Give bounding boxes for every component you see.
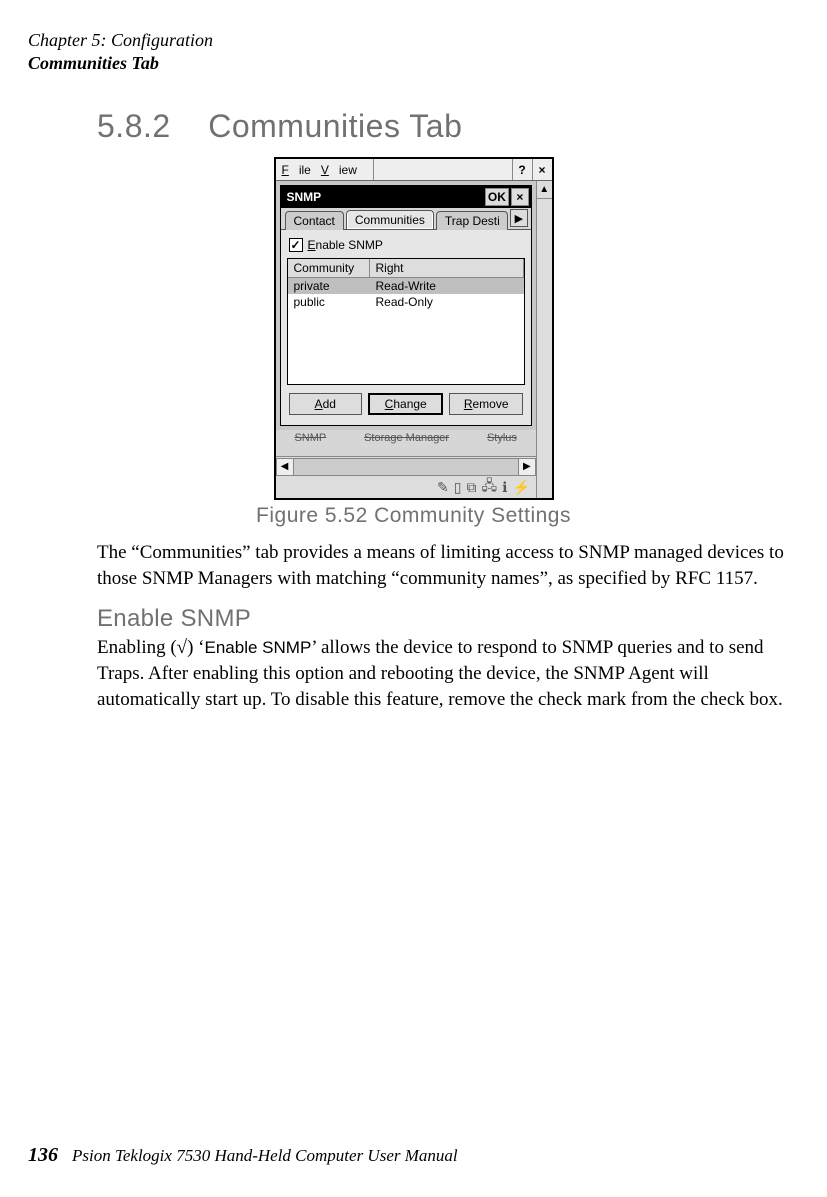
dialog-body: ✓ Enable SNMP Community Right private Re… <box>281 230 531 425</box>
list-header: Community Right <box>288 259 524 278</box>
scroll-track[interactable] <box>294 458 518 476</box>
tray-icon: ⧉ <box>467 479 477 496</box>
help-button[interactable]: ? <box>512 159 532 180</box>
scroll-left-button[interactable]: ◀ <box>276 458 294 476</box>
desktop-icon-stylus: Stylus <box>487 432 517 444</box>
running-header-section: Communities Tab <box>28 53 799 74</box>
footer-text: Psion Teklogix 7530 Hand-Held Computer U… <box>72 1146 458 1166</box>
subheading-enable-snmp: Enable SNMP <box>97 605 799 633</box>
dialog-titlebar: SNMP OK × <box>281 186 531 208</box>
section-title: Communities Tab <box>208 108 462 144</box>
system-tray: ✎ ▯ ⧉ 🖧 ℹ ⚡ <box>276 476 536 498</box>
remove-button[interactable]: Remove <box>449 393 522 415</box>
tray-icon: ⚡ <box>512 479 529 496</box>
tab-trap-destinations[interactable]: Trap Desti <box>436 211 508 230</box>
figure-wrapper: File View ? × SNMP OK × Contact <box>28 157 799 528</box>
page-footer: 136 Psion Teklogix 7530 Hand-Held Comput… <box>28 1144 799 1167</box>
tab-scroll-right[interactable]: ▶ <box>510 209 528 227</box>
tray-icon: ℹ <box>502 479 507 496</box>
scroll-up-button[interactable]: ▲ <box>537 181 552 199</box>
paragraph-intro: The “Communities” tab provides a means o… <box>97 540 787 591</box>
cell-right: Read-Write <box>370 278 524 294</box>
section-heading: 5.8.2 Communities Tab <box>97 108 799 145</box>
menubar-menus: File View <box>276 159 374 180</box>
running-header-chapter: Chapter 5: Configuration <box>28 30 799 51</box>
desktop-icon-storage-manager: Storage Manager <box>364 432 449 444</box>
enable-snmp-checkbox[interactable]: ✓ <box>289 238 303 252</box>
view-menu[interactable]: View <box>321 163 357 177</box>
snmp-dialog: SNMP OK × Contact Communities Trap Desti… <box>280 185 532 426</box>
horizontal-scrollbar: ◀ ▶ <box>276 456 536 476</box>
communities-listbox: Community Right private Read-Write publi… <box>287 258 525 385</box>
cell-right: Read-Only <box>370 294 524 310</box>
ok-button[interactable]: OK <box>485 188 509 206</box>
tab-contact[interactable]: Contact <box>285 211 344 230</box>
enable-snmp-label: Enable SNMP <box>308 238 383 252</box>
tab-strip: Contact Communities Trap Desti ▶ <box>281 208 531 230</box>
close-button[interactable]: × <box>532 159 552 180</box>
menubar-spacer <box>374 159 512 180</box>
scroll-right-button[interactable]: ▶ <box>518 458 536 476</box>
desktop-icons-behind: SNMP Storage Manager Stylus <box>276 430 536 456</box>
cell-community: public <box>288 294 370 310</box>
list-empty-area <box>288 310 524 384</box>
column-right[interactable]: Right <box>370 259 524 277</box>
vertical-scroll-area: ▲ <box>536 181 552 498</box>
change-button[interactable]: Change <box>368 393 443 415</box>
file-menu[interactable]: File <box>282 163 311 177</box>
add-button[interactable]: Add <box>289 393 362 415</box>
tray-icon: 🖧 <box>482 475 498 499</box>
table-row[interactable]: private Read-Write <box>288 278 524 294</box>
enable-snmp-row: ✓ Enable SNMP <box>287 234 525 258</box>
figure-caption: Figure 5.52 Community Settings <box>256 504 571 528</box>
section-number: 5.8.2 <box>97 108 171 144</box>
device-screenshot: File View ? × SNMP OK × Contact <box>274 157 554 500</box>
para2-part-b: Enable SNMP <box>205 638 312 657</box>
desktop-icon-snmp: SNMP <box>294 432 326 444</box>
tab-communities[interactable]: Communities <box>346 210 434 229</box>
tray-icon: ▯ <box>454 479 462 496</box>
system-menubar: File View ? × <box>276 159 552 181</box>
dialog-button-row: Add Change Remove <box>287 385 525 419</box>
table-row[interactable]: public Read-Only <box>288 294 524 310</box>
tray-icon: ✎ <box>437 479 449 496</box>
para2-part-a: Enabling (√) ‘ <box>97 637 205 658</box>
page-number: 136 <box>28 1144 58 1167</box>
dialog-title-text: SNMP <box>287 190 322 204</box>
column-community[interactable]: Community <box>288 259 370 277</box>
cell-community: private <box>288 278 370 294</box>
paragraph-enable-snmp: Enabling (√) ‘Enable SNMP’ allows the de… <box>97 635 787 712</box>
dialog-close-button[interactable]: × <box>511 188 529 206</box>
